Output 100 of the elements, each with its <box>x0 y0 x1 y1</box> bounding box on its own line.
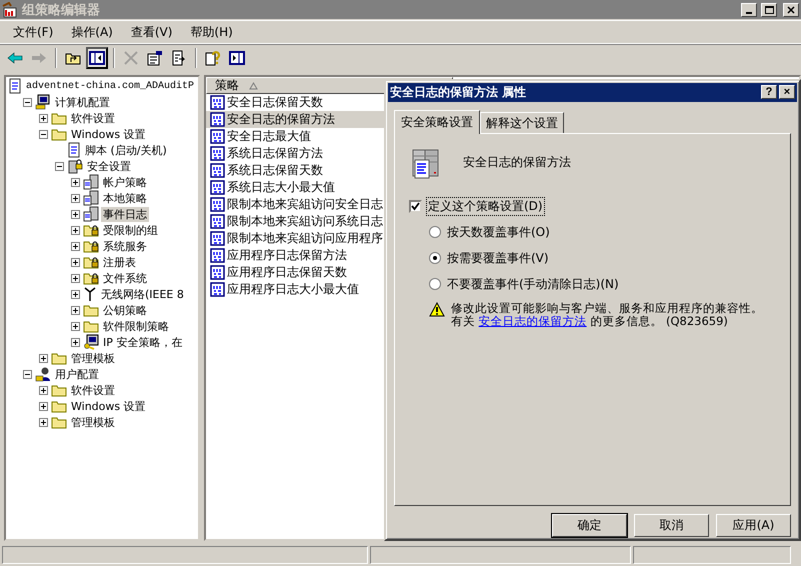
computer-icon <box>35 94 51 110</box>
radio-button[interactable] <box>429 252 441 264</box>
tree-item[interactable]: 公钥策略 <box>101 302 149 318</box>
expand-icon[interactable] <box>71 322 80 330</box>
warning-text: 修改此设置可能影响与客户端、服务和应用程序的兼容性。 <box>451 302 763 315</box>
expand-icon[interactable] <box>71 274 80 282</box>
tree-item[interactable]: 安全设置 <box>85 158 133 174</box>
policy-row[interactable]: 应用程序日志保留天数 <box>206 264 388 281</box>
policy-name: 应用程序日志保留天数 <box>227 264 347 281</box>
policy-heading: 安全日志的保留方法 <box>463 154 571 171</box>
server-document-icon <box>83 206 99 222</box>
policy-row[interactable]: 安全日志最大值 <box>206 128 388 145</box>
policy-name: 应用程序日志保留方法 <box>227 247 347 264</box>
tree-item[interactable]: 无线网络(IEEE 8 <box>99 286 186 302</box>
tree-item[interactable]: IP 安全策略，在 <box>101 334 184 350</box>
tree-item[interactable]: 事件日志 <box>101 206 149 222</box>
folder-icon <box>51 127 67 141</box>
delete-icon <box>124 51 138 65</box>
expand-icon[interactable] <box>39 402 48 410</box>
policy-icon <box>210 265 225 280</box>
policy-row[interactable]: 系统日志大小最大值 <box>206 179 388 196</box>
tree-item[interactable]: 本地策略 <box>101 190 149 206</box>
tree-item[interactable]: adventnet-china.com_ADAuditP <box>24 80 196 92</box>
policy-row[interactable]: 安全日志保留天数 <box>206 94 388 111</box>
tree-item[interactable]: 软件设置 <box>69 110 117 126</box>
maximize-button[interactable] <box>761 2 777 16</box>
scroll-icon <box>67 142 81 158</box>
dialog-button[interactable]: 确定 <box>552 514 627 537</box>
tree-item[interactable]: 用户配置 <box>53 366 101 382</box>
policy-icon <box>210 282 225 297</box>
menu-item[interactable]: 查看(V) <box>124 22 180 42</box>
menu-item[interactable]: 帮助(H) <box>183 22 240 42</box>
computer-key-icon <box>83 334 99 350</box>
sort-triangle-icon <box>249 82 258 90</box>
expand-icon[interactable] <box>71 226 80 234</box>
expand-icon[interactable] <box>71 178 80 186</box>
collapse-icon[interactable] <box>23 370 32 378</box>
dialog-button[interactable]: 应用(A) <box>716 514 791 537</box>
back-arrow-icon <box>7 52 23 64</box>
policy-name: 安全日志最大值 <box>227 128 311 145</box>
server-document-icon <box>83 174 99 190</box>
expand-icon[interactable] <box>71 242 80 250</box>
radio-button[interactable] <box>429 278 441 290</box>
tree-item[interactable]: 受限制的组 <box>101 222 160 238</box>
tree-item[interactable]: 帐户策略 <box>101 174 149 190</box>
maximize-icon <box>764 6 774 14</box>
antenna-icon <box>83 286 97 302</box>
help-icon <box>205 50 221 66</box>
tree-item[interactable]: 软件设置 <box>69 382 117 398</box>
user-icon <box>35 366 51 382</box>
close-icon <box>787 6 795 14</box>
tree-item[interactable]: Windows 设置 <box>69 126 148 142</box>
collapse-icon[interactable] <box>39 130 48 138</box>
define-checkbox[interactable] <box>409 200 422 213</box>
tree-item[interactable]: 计算机配置 <box>53 94 112 110</box>
policy-row[interactable]: 系统日志保留方法 <box>206 145 388 162</box>
expand-icon[interactable] <box>39 386 48 394</box>
expand-icon[interactable] <box>39 114 48 122</box>
expand-icon[interactable] <box>71 290 80 298</box>
tree-item[interactable]: Windows 设置 <box>69 398 148 414</box>
tree-item[interactable]: 脚本 (启动/关机) <box>83 142 169 158</box>
expand-icon[interactable] <box>71 210 80 218</box>
collapse-icon[interactable] <box>55 162 64 170</box>
radio-label: 不要覆盖事件(手动清除日志)(N) <box>447 276 619 293</box>
tree-item[interactable]: 管理模板 <box>69 414 117 430</box>
tree-item[interactable]: 注册表 <box>101 254 138 270</box>
expand-icon[interactable] <box>39 354 48 362</box>
toolbar-button[interactable] <box>86 47 108 69</box>
forward-arrow-icon <box>31 52 47 64</box>
close-button[interactable]: × <box>779 85 795 100</box>
policy-row[interactable]: 应用程序日志大小最大值 <box>206 281 388 298</box>
tree-item[interactable]: 管理模板 <box>69 350 117 366</box>
policy-link[interactable]: 安全日志的保留方法 <box>478 314 587 328</box>
expand-icon[interactable] <box>71 338 80 346</box>
dialog-button[interactable]: 取消 <box>634 514 709 537</box>
tab[interactable]: 解释这个设置 <box>480 112 564 133</box>
minimize-button[interactable] <box>741 2 757 16</box>
expand-icon[interactable] <box>71 258 80 266</box>
policy-row[interactable]: 系统日志保留天数 <box>206 162 388 179</box>
collapse-icon[interactable] <box>23 98 32 106</box>
tree-item[interactable]: 文件系统 <box>101 270 149 286</box>
properties-icon <box>147 50 163 66</box>
tree-item[interactable]: 软件限制策略 <box>101 318 171 334</box>
up-folder-icon <box>65 51 81 65</box>
expand-icon[interactable] <box>39 418 48 426</box>
tree-item[interactable]: 系统服务 <box>101 238 149 254</box>
radio-button[interactable] <box>429 226 441 238</box>
radio-label: 按需要覆盖事件(V) <box>447 250 549 267</box>
expand-icon[interactable] <box>71 306 80 314</box>
action-pane-icon <box>229 51 245 65</box>
tab[interactable]: 安全策略设置 <box>394 110 480 134</box>
policy-name: 系统日志大小最大值 <box>227 179 335 196</box>
policy-row[interactable]: 应用程序日志保留方法 <box>206 247 388 264</box>
column-title: 策略 <box>215 77 239 94</box>
menu-item[interactable]: 文件(F) <box>6 22 60 42</box>
menu-item[interactable]: 操作(A) <box>64 22 120 42</box>
app-icon <box>2 2 18 18</box>
close-button[interactable] <box>783 2 799 16</box>
help-button[interactable]: ? <box>761 85 777 100</box>
expand-icon[interactable] <box>71 194 80 202</box>
